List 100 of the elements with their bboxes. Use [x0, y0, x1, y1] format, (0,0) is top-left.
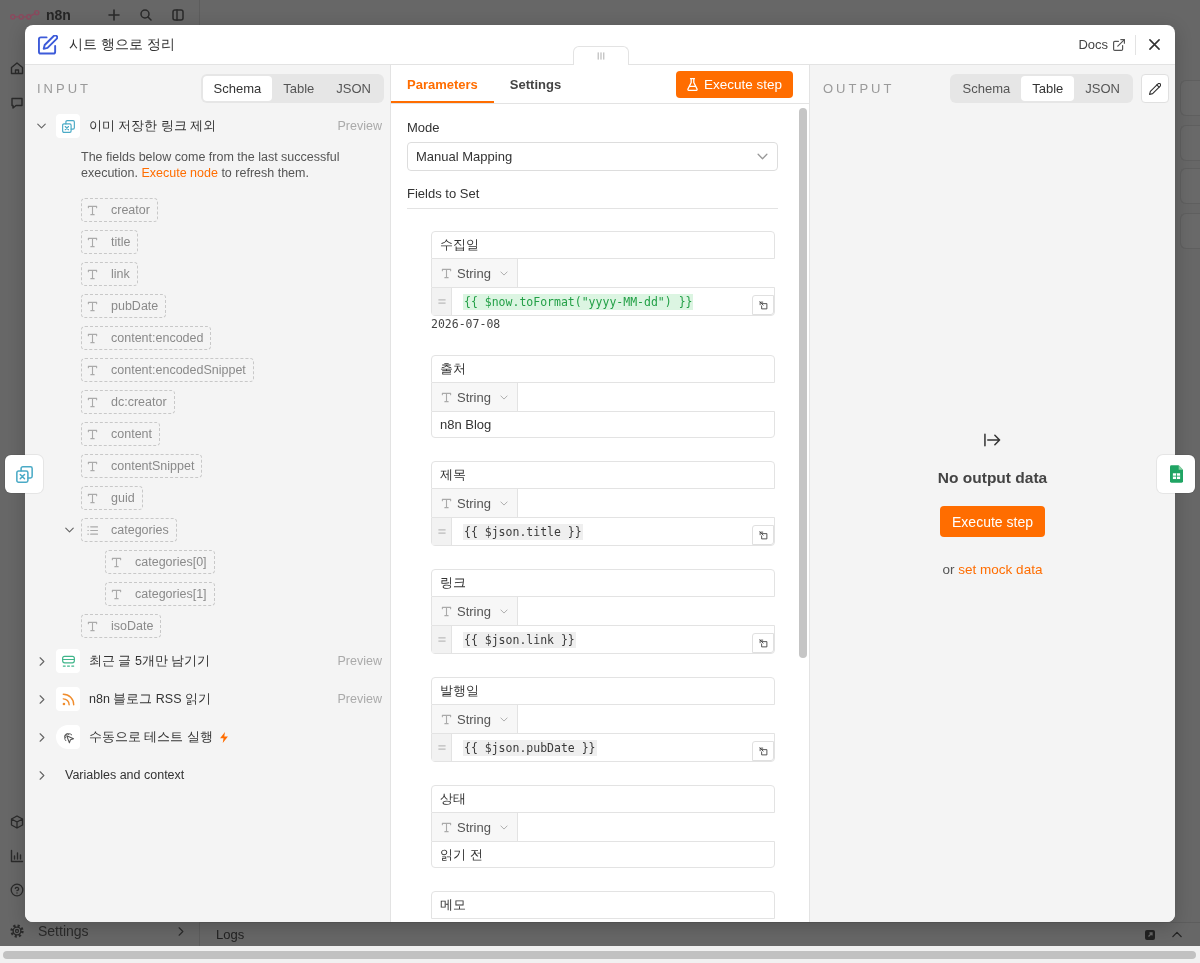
- info-text: The fields below come from the last successful execution. Execute node to refresh them.: [81, 149, 341, 181]
- open-editor-button[interactable]: [752, 525, 774, 545]
- expression-field[interactable]: {{ $json.link }}: [431, 625, 775, 654]
- panel-tab[interactable]: Settings: [493, 65, 578, 103]
- squares-cross-icon[interactable]: [5, 455, 43, 493]
- box-arrow-icon: [758, 300, 768, 310]
- plus-icon[interactable]: [108, 9, 120, 21]
- field-chip[interactable]: content:encodedSnippet: [81, 358, 254, 382]
- bar-chart-icon[interactable]: [10, 849, 24, 863]
- cube-icon[interactable]: [10, 815, 24, 829]
- field-chip[interactable]: guid: [81, 486, 143, 510]
- mode-select[interactable]: Manual Mapping: [407, 142, 778, 171]
- chevron-down-icon: [500, 270, 508, 276]
- name-field[interactable]: 출처: [431, 355, 775, 383]
- expression-field[interactable]: {{ $json.pubDate }}: [431, 733, 775, 762]
- field-chip[interactable]: isoDate: [81, 614, 162, 638]
- field-chip[interactable]: pubDate: [81, 294, 167, 318]
- chevron-down-icon[interactable]: [65, 527, 74, 533]
- text-type-icon: [87, 300, 98, 312]
- name-field[interactable]: 링크: [431, 569, 775, 597]
- drag-handle[interactable]: [573, 46, 629, 65]
- type-select[interactable]: String: [431, 597, 518, 625]
- open-editor-button[interactable]: [752, 633, 774, 653]
- type-select[interactable]: String: [431, 813, 518, 841]
- docs-link[interactable]: Docs: [1078, 37, 1125, 52]
- field-chip[interactable]: categories[1]: [105, 582, 215, 606]
- chevron-down-icon: [757, 153, 768, 160]
- help-icon[interactable]: [10, 883, 24, 897]
- node-name: n8n 블로그 RSS 읽기: [89, 690, 211, 708]
- chat-icon[interactable]: [10, 96, 24, 110]
- type-select[interactable]: String: [431, 383, 518, 411]
- view-tab[interactable]: Table: [1021, 76, 1075, 101]
- text-type-icon: [87, 492, 98, 504]
- text-type-icon: [111, 588, 122, 600]
- text-type-icon: [441, 713, 452, 725]
- name-field[interactable]: 메모: [431, 891, 775, 919]
- name-field[interactable]: 발행일: [431, 677, 775, 705]
- chevron-up-icon[interactable]: [1172, 931, 1182, 938]
- edit-button[interactable]: [1141, 74, 1169, 103]
- field-chip[interactable]: creator: [81, 198, 158, 222]
- chevron-down-icon: [500, 716, 508, 722]
- text-type-icon: [111, 556, 122, 568]
- text-type-icon: [441, 497, 452, 509]
- node-name: 수동으로 테스트 실행: [89, 728, 213, 746]
- type-select[interactable]: String: [431, 489, 518, 517]
- view-tab[interactable]: Table: [272, 76, 326, 101]
- expression-result: 2026-07-08: [431, 316, 502, 332]
- search-icon[interactable]: [140, 9, 152, 21]
- chevron-right-icon[interactable]: [178, 926, 184, 936]
- expression-field[interactable]: {{ $json.title }}: [431, 517, 775, 546]
- home-icon[interactable]: [10, 61, 24, 75]
- close-icon[interactable]: [1149, 39, 1160, 50]
- value-field[interactable]: 읽기 전: [431, 841, 775, 868]
- field-chip[interactable]: categories[0]: [105, 550, 215, 574]
- view-tab[interactable]: JSON: [325, 76, 382, 101]
- scrollbar-thumb[interactable]: [3, 951, 1196, 959]
- logo-icon: [10, 9, 40, 21]
- field-chip[interactable]: contentSnippet: [81, 454, 203, 478]
- text-type-icon: [441, 605, 452, 617]
- view-tab[interactable]: Schema: [951, 76, 1022, 101]
- scrollbar-thumb[interactable]: [799, 108, 807, 658]
- sidebar-toggle-icon[interactable]: [172, 9, 184, 21]
- pointer-click-icon: [56, 725, 80, 749]
- view-tab[interactable]: Schema: [202, 76, 273, 101]
- type-select[interactable]: String: [431, 259, 518, 287]
- field-chip[interactable]: content:encoded: [81, 326, 212, 350]
- chevron-down-icon: [500, 394, 508, 400]
- open-editor-button[interactable]: [752, 741, 774, 761]
- value-field[interactable]: n8n Blog: [431, 411, 775, 438]
- equals-icon: [432, 518, 452, 545]
- chevron-right-icon[interactable]: [39, 694, 45, 704]
- flask-icon: [686, 77, 698, 91]
- spreadsheet-icon[interactable]: [1157, 455, 1195, 493]
- field-chip[interactable]: title: [81, 230, 139, 254]
- open-editor-button[interactable]: [752, 295, 774, 315]
- list-icon: [87, 524, 98, 536]
- field-chip[interactable]: link: [81, 262, 138, 286]
- box-arrow-icon: [758, 638, 768, 648]
- chevron-right-icon[interactable]: [39, 656, 45, 666]
- field-chip[interactable]: dc:creator: [81, 390, 175, 414]
- popout-icon[interactable]: [1144, 928, 1156, 941]
- name-field[interactable]: 상태: [431, 785, 775, 813]
- name-field[interactable]: 수집일: [431, 231, 775, 259]
- grip-icon: [597, 52, 605, 60]
- text-type-icon: [87, 332, 98, 344]
- panel-heading: OUTPUT: [823, 81, 895, 96]
- settings-icon[interactable]: [10, 924, 24, 938]
- field-chip[interactable]: content: [81, 422, 160, 446]
- pencil-icon: [1149, 82, 1161, 95]
- field-chip[interactable]: categories: [81, 518, 177, 542]
- text-type-icon: [87, 236, 98, 248]
- chevron-right-icon[interactable]: [39, 732, 45, 742]
- chevron-down-icon[interactable]: [37, 123, 46, 129]
- empty-title: No output data: [937, 469, 1048, 487]
- view-tab[interactable]: JSON: [1074, 76, 1131, 101]
- squares-cross-icon: [56, 114, 80, 138]
- chevron-right-icon[interactable]: [39, 770, 45, 780]
- name-field[interactable]: 제목: [431, 461, 775, 489]
- type-select[interactable]: String: [431, 705, 518, 733]
- node-name: 최근 글 5개만 남기기: [89, 652, 211, 670]
